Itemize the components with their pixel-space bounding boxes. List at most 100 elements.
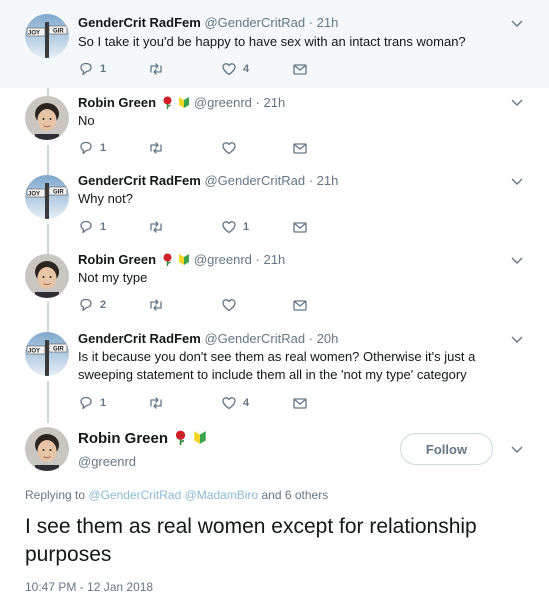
user-handle[interactable]: @GenderCritRad [204, 15, 305, 30]
tweet-time[interactable]: 21h [264, 95, 286, 110]
envelope-icon [292, 395, 308, 411]
tweet-item[interactable]: JOY GIR GenderCrit RadFem @GenderCritRad … [0, 324, 549, 420]
separator: · [255, 95, 260, 110]
user-handle[interactable]: @greenrd [194, 252, 252, 267]
heart-icon [221, 140, 237, 156]
direct-message-button[interactable] [292, 296, 308, 314]
chevron-down-icon[interactable] [510, 16, 524, 30]
svg-text:GIR: GIR [53, 190, 64, 196]
like-count: 4 [243, 397, 250, 409]
tweet-time[interactable]: 20h [317, 331, 339, 346]
reply-count: 1 [100, 142, 107, 154]
reply-icon [78, 297, 94, 313]
svg-text:GIR: GIR [53, 29, 64, 35]
tweet-item[interactable]: Robin Green @greenrd · 21h No 1 [0, 88, 549, 167]
chevron-down-icon[interactable] [510, 95, 524, 109]
display-name[interactable]: GenderCrit RadFem [78, 331, 201, 346]
tweet-actions: 1 [78, 139, 338, 157]
chevron-down-icon[interactable] [510, 253, 524, 267]
display-name[interactable]: Robin Green [78, 430, 168, 447]
mention-links[interactable]: @GenderCritRad @MadamBiro [88, 488, 258, 502]
user-handle[interactable]: @greenrd [194, 95, 252, 110]
chevron-down-icon[interactable] [510, 442, 524, 456]
tweet-actions: 1 4 [78, 60, 338, 78]
tweet-time[interactable]: 21h [317, 173, 339, 188]
like-count: 4 [243, 63, 250, 75]
retweet-icon [148, 219, 164, 235]
direct-message-button[interactable] [292, 60, 308, 78]
avatar[interactable]: JOY GIR [25, 332, 69, 376]
reply-button[interactable]: 1 [78, 139, 106, 157]
chevron-down-icon[interactable] [510, 332, 524, 346]
heart-icon [221, 219, 237, 235]
direct-message-button[interactable] [292, 139, 308, 157]
like-button[interactable]: 4 [221, 394, 249, 412]
main-tweet-author: Robin Green [78, 430, 207, 449]
tweet-text: Is it because you don't see them as real… [78, 349, 476, 382]
reply-button[interactable]: 2 [78, 296, 106, 314]
avatar[interactable]: JOY GIR [25, 14, 69, 58]
separator: · [308, 173, 314, 188]
retweet-icon [148, 395, 164, 411]
follow-button[interactable]: Follow [400, 433, 493, 465]
reply-button[interactable]: 1 [78, 394, 106, 412]
display-name[interactable]: Robin Green [78, 252, 156, 267]
retweet-button[interactable] [148, 296, 170, 314]
reply-count: 2 [100, 299, 107, 311]
like-button[interactable]: 1 [221, 218, 249, 236]
reply-icon [78, 140, 94, 156]
reply-icon [78, 61, 94, 77]
retweet-icon [148, 61, 164, 77]
avatar[interactable] [25, 96, 69, 140]
tweet-actions: 1 4 [78, 394, 338, 412]
reply-count: 1 [100, 397, 107, 409]
heart-icon [221, 61, 237, 77]
reply-button[interactable]: 1 [78, 60, 106, 78]
chevron-down-icon[interactable] [510, 174, 524, 188]
rose-emoji [162, 96, 173, 112]
japanese-beginner-symbol-emoji [193, 430, 207, 449]
tweet-timestamp[interactable]: 10:47 PM - 12 Jan 2018 [25, 580, 153, 594]
like-button[interactable]: 4 [221, 60, 249, 78]
like-button[interactable] [221, 296, 243, 314]
user-handle[interactable]: @GenderCritRad [204, 331, 305, 346]
tweet-actions: 1 1 [78, 218, 338, 236]
like-count: 1 [243, 221, 250, 233]
tweet-header: Robin Green @greenrd · 21h [78, 252, 285, 269]
reply-button[interactable]: 1 [78, 218, 106, 236]
tweet-text: So I take it you'd be happy to have sex … [78, 34, 466, 49]
avatar[interactable]: JOY GIR [25, 175, 69, 219]
tweet-text: Not my type [78, 270, 148, 285]
avatar[interactable] [25, 427, 69, 471]
svg-text:JOY: JOY [28, 349, 40, 355]
reply-count: 1 [100, 221, 107, 233]
retweet-button[interactable] [148, 218, 170, 236]
display-name[interactable]: GenderCrit RadFem [78, 15, 201, 30]
rose-emoji [174, 430, 187, 449]
display-name[interactable]: GenderCrit RadFem [78, 173, 201, 188]
tweet-actions: 2 [78, 296, 338, 314]
retweet-button[interactable] [148, 394, 170, 412]
tweet-time[interactable]: 21h [317, 15, 339, 30]
replying-others[interactable]: and 6 others [262, 488, 329, 502]
tweet-item[interactable]: Robin Green @greenrd · 21h Not my type 2 [0, 246, 549, 324]
svg-text:GIR: GIR [53, 347, 64, 353]
avatar[interactable] [25, 254, 69, 298]
user-handle[interactable]: @GenderCritRad [204, 173, 305, 188]
display-name[interactable]: Robin Green [78, 95, 156, 110]
tweet-item[interactable]: JOY GIR GenderCrit RadFem @GenderCritRad … [0, 167, 549, 246]
tweet-item[interactable]: JOY GIR GenderCrit RadFem @GenderCritRad … [0, 0, 549, 88]
envelope-icon [292, 61, 308, 77]
like-button[interactable] [221, 139, 243, 157]
direct-message-button[interactable] [292, 218, 308, 236]
rose-emoji [162, 253, 173, 269]
direct-message-button[interactable] [292, 394, 308, 412]
retweet-button[interactable] [148, 60, 170, 78]
tweet-header: Robin Green @greenrd · 21h [78, 95, 285, 112]
tweet-time[interactable]: 21h [264, 252, 286, 267]
retweet-button[interactable] [148, 139, 170, 157]
japanese-beginner-symbol-emoji [178, 96, 190, 112]
tweet-header: GenderCrit RadFem @GenderCritRad · 21h [78, 15, 338, 30]
user-handle[interactable]: @greenrd [78, 454, 136, 469]
replying-to: Replying to @GenderCritRad @MadamBiro an… [25, 488, 328, 502]
